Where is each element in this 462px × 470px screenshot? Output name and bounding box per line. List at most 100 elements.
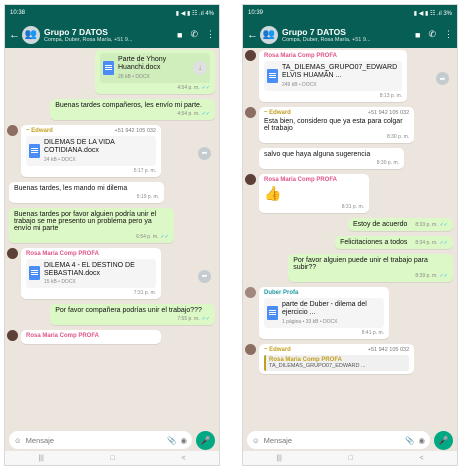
sender-avatar[interactable]: [245, 343, 256, 355]
video-call-icon[interactable]: ■: [177, 30, 182, 40]
sender-line: ~ Edward +51 942 105 032: [26, 128, 156, 136]
microphone-icon[interactable]: 🎤: [196, 430, 215, 450]
sender-name[interactable]: Rosa Maria Comp PROFA: [264, 177, 364, 183]
message-bubble[interactable]: Buenas tardes compañeros, les envío mi p…: [50, 98, 215, 120]
document-attachment[interactable]: TA_DILEMAS_GRUPO07_EDWARD ELVIS HUAMÁN .…: [264, 61, 402, 91]
message-time: 5:19 p. m.: [136, 193, 159, 200]
document-attachment[interactable]: parte de Duber - dilema del ejercicio ..…: [264, 297, 384, 328]
message-bubble[interactable]: Parte de Yhony Huanchi.docx 26 kB • DOCX…: [95, 50, 215, 94]
chat-participants: Compa, Duber, Rosa María, +51 9...: [44, 36, 133, 43]
message-time: 8:13 p. m.: [379, 92, 402, 99]
sender-phone: +51 942 105 032: [367, 109, 410, 116]
status-icons: ▮ ◀ ▮ ☷ .ıl 3%: [413, 10, 452, 17]
recents-nav-icon[interactable]: |||: [38, 455, 43, 462]
attach-icon[interactable]: 📎: [405, 436, 414, 445]
sender-avatar[interactable]: [245, 173, 256, 185]
group-avatar[interactable]: 👥: [22, 25, 40, 44]
system-nav-bar: ||| □ <: [5, 451, 219, 465]
message-input[interactable]: ☺ Mensaje 📎 ◉: [247, 431, 430, 449]
composer-bar: ☺ Mensaje 📎 ◉ 🎤: [5, 429, 219, 451]
attach-icon[interactable]: 📎: [167, 436, 176, 445]
sender-name[interactable]: ~ Edward: [26, 128, 53, 134]
home-nav-icon[interactable]: □: [111, 455, 115, 462]
message-bubble[interactable]: Rosa Maria Comp PROFA DILEMA 4 - EL DEST…: [21, 247, 161, 300]
more-options-icon[interactable]: ⋮: [444, 29, 453, 40]
document-attachment[interactable]: DILEMAS DE LA VIDA COTIDIANA.docx 24 kB …: [26, 135, 156, 166]
sender-name[interactable]: Duber Profa: [264, 290, 384, 296]
document-meta: 26 kB • DOCX: [118, 73, 150, 80]
chat-participants: Compa, Duber, Rosa María, +51 9...: [282, 36, 371, 43]
document-icon: [29, 266, 40, 281]
message-bubble[interactable]: Rosa Maria Comp PROFA: [21, 330, 161, 345]
sender-avatar[interactable]: [7, 124, 18, 136]
download-icon[interactable]: ↓: [193, 60, 207, 75]
message-bubble[interactable]: ~ Edward +51 942 105 032 DILEMAS DE LA V…: [21, 124, 161, 177]
camera-icon[interactable]: ◉: [180, 436, 187, 445]
recents-nav-icon[interactable]: |||: [276, 455, 281, 462]
message-text: Por favor compañera podrías unir el trab…: [55, 307, 202, 315]
chat-title-block[interactable]: Grupo 7 DATOS Compa, Duber, Rosa María, …: [282, 27, 407, 43]
forward-icon[interactable]: ➦: [436, 72, 449, 85]
message-bubble[interactable]: ~ Edward +51 942 105 032 Rosa Maria Comp…: [259, 343, 415, 374]
emoji-icon[interactable]: ☺: [14, 436, 22, 445]
sender-avatar[interactable]: [7, 247, 18, 259]
document-icon: [267, 305, 278, 320]
message-input[interactable]: ☺ Mensaje 📎 ◉: [9, 431, 192, 449]
message-bubble[interactable]: Estoy de acuerdo 8:33 p. m. ✓✓: [347, 217, 453, 231]
sender-name[interactable]: ~ Edward: [264, 110, 291, 116]
sender-phone: +51 942 105 032: [367, 346, 410, 353]
message-time: 6:54 p. m. ✓✓: [136, 233, 169, 240]
message-row: Estoy de acuerdo 8:33 p. m. ✓✓: [247, 217, 453, 231]
quoted-message[interactable]: Rosa Maria Comp PROFA TA_DILEMAS_GRUPO07…: [264, 354, 410, 371]
sender-name[interactable]: Rosa Maria Comp PROFA: [264, 53, 402, 59]
system-nav-bar: ||| □ <: [243, 451, 457, 465]
home-nav-icon[interactable]: □: [349, 455, 353, 462]
forward-icon[interactable]: ➦: [198, 146, 211, 160]
microphone-icon[interactable]: 🎤: [434, 430, 453, 450]
sender-name[interactable]: Rosa Maria Comp PROFA: [26, 333, 156, 339]
message-bubble[interactable]: Duber Profa parte de Duber - dilema del …: [259, 286, 389, 339]
message-text: salvo que haya alguna sugerencia: [264, 150, 371, 158]
sender-avatar[interactable]: [245, 50, 256, 61]
sender-name[interactable]: Rosa Maria Comp PROFA: [26, 251, 156, 257]
message-time: 8:34 p. m. ✓✓: [415, 239, 448, 246]
message-bubble[interactable]: salvo que haya alguna sugerencia 8:30 p.…: [259, 147, 404, 169]
message-row: Rosa Maria Comp PROFA DILEMA 4 - EL DEST…: [7, 247, 215, 300]
message-bubble[interactable]: Por favor alguien puede unir el trabajo …: [288, 253, 453, 282]
message-bubble[interactable]: Rosa Maria Comp PROFA 👍 8:31 p. m.: [259, 173, 369, 213]
message-bubble[interactable]: Por favor compañera podrías unir el trab…: [50, 304, 215, 326]
sender-avatar[interactable]: [245, 106, 256, 118]
message-time: 8:41 p. m.: [361, 329, 384, 336]
chat-title-block[interactable]: Grupo 7 DATOS Compa, Duber, Rosa María, …: [44, 27, 169, 43]
emoji-icon[interactable]: ☺: [252, 436, 260, 445]
camera-icon[interactable]: ◉: [418, 436, 425, 445]
message-bubble[interactable]: Buenas tardes, les mando mi dilema 5:19 …: [9, 181, 164, 203]
back-nav-icon[interactable]: <: [420, 455, 424, 462]
back-nav-icon[interactable]: <: [182, 455, 186, 462]
message-time: 5:17 p. m.: [133, 167, 156, 174]
forward-icon[interactable]: ➦: [198, 269, 211, 283]
message-bubble[interactable]: Buenas tardes por favor alguien podría u…: [9, 207, 174, 243]
sender-name[interactable]: ~ Edward: [264, 347, 291, 353]
back-arrow-icon[interactable]: ←: [9, 29, 20, 41]
message-bubble[interactable]: Felicitaciones a todos 8:34 p. m. ✓✓: [335, 235, 453, 249]
message-row: Por favor alguien puede unir el trabajo …: [247, 253, 453, 282]
sender-avatar[interactable]: [245, 286, 256, 298]
phone-call-icon[interactable]: ✆: [428, 29, 436, 40]
message-bubble[interactable]: ~ Edward +51 942 105 032 Esta bien, cons…: [259, 106, 415, 143]
message-row: ~ Edward +51 942 105 032 Rosa Maria Comp…: [245, 343, 453, 374]
document-meta: 15 kB • DOCX: [44, 279, 76, 286]
document-attachment[interactable]: Parte de Yhony Huanchi.docx 26 kB • DOCX…: [100, 53, 210, 83]
document-name: DILEMAS DE LA VIDA COTIDIANA.docx: [44, 138, 115, 155]
back-arrow-icon[interactable]: ←: [247, 29, 258, 41]
group-avatar[interactable]: 👥: [260, 25, 278, 44]
sender-line: ~ Edward +51 942 105 032: [264, 347, 409, 355]
video-call-icon[interactable]: ■: [415, 30, 420, 40]
phone-call-icon[interactable]: ✆: [190, 29, 198, 40]
message-time: 8:39 p. m. ✓✓: [415, 272, 448, 279]
sender-avatar[interactable]: [7, 330, 18, 342]
message-bubble[interactable]: Rosa Maria Comp PROFA TA_DILEMAS_GRUPO07…: [259, 50, 407, 102]
document-attachment[interactable]: DILEMA 4 - EL DESTINO DE SEBASTIAN.docx …: [26, 258, 156, 289]
more-options-icon[interactable]: ⋮: [206, 29, 215, 40]
message-row: Duber Profa parte de Duber - dilema del …: [245, 286, 453, 339]
